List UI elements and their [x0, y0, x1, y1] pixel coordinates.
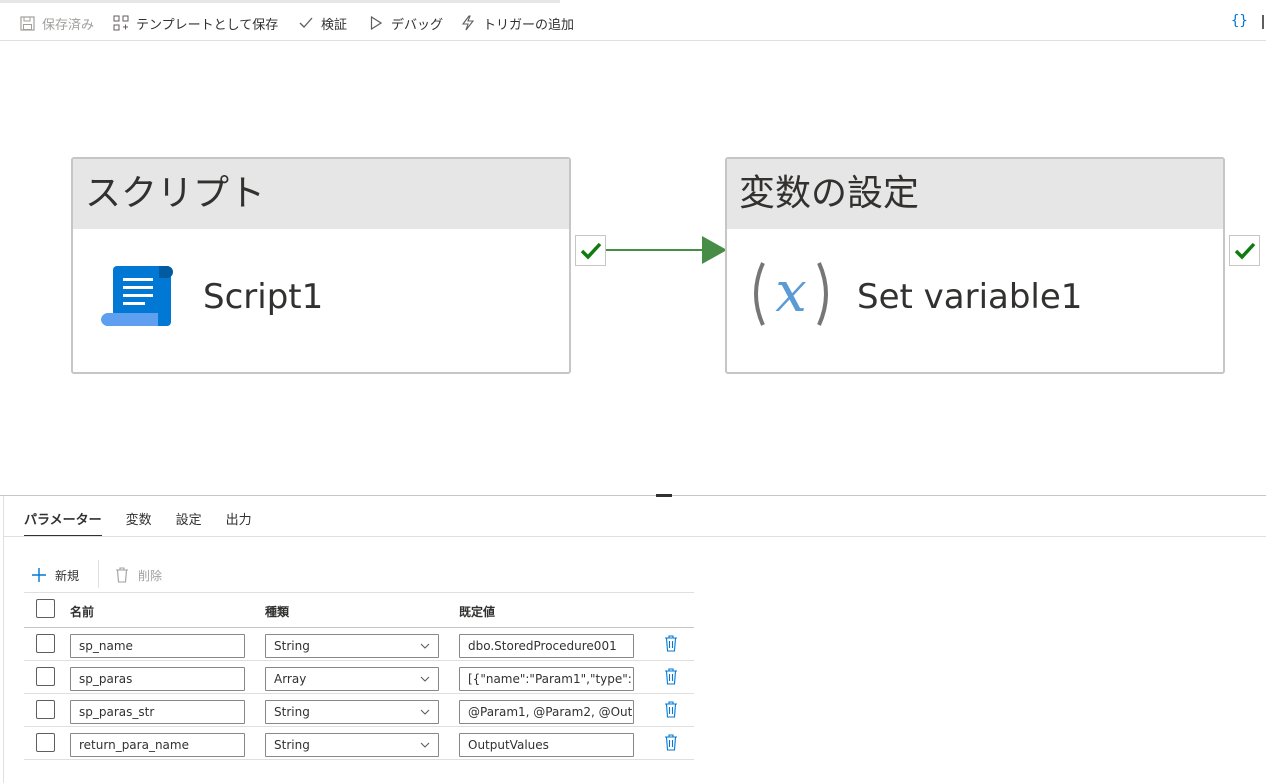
grid-header: 名前 種類 既定値 [24, 592, 694, 628]
trash-icon[interactable] [664, 701, 678, 718]
template-icon [113, 15, 129, 31]
delete-parameter-button[interactable]: 削除 [115, 565, 162, 585]
type-value: String [274, 639, 310, 653]
add-trigger-label: トリガーの追加 [483, 17, 575, 33]
table-row: sp_paras_str String @Param1, @Param2, @O… [24, 694, 694, 727]
panel-splitter [0, 495, 1266, 496]
tab-settings[interactable]: 設定 [176, 509, 202, 537]
chevron-down-icon [420, 742, 430, 748]
new-label: 新規 [55, 568, 80, 583]
success-output-handle[interactable] [1229, 235, 1260, 266]
validate-label: 検証 [321, 17, 348, 33]
tab-parameters[interactable]: パラメーター [24, 509, 102, 537]
success-check-icon [580, 242, 601, 260]
trash-icon[interactable] [664, 734, 678, 751]
column-default-header: 既定値 [459, 605, 496, 619]
saved-button[interactable]: 保存済み [19, 13, 94, 33]
save-as-template-button[interactable]: テンプレートとして保存 [113, 13, 278, 33]
pipeline-canvas[interactable]: スクリプト Script1 変数の設定 x Set variable1 [0, 41, 1266, 495]
row-checkbox[interactable] [36, 634, 55, 653]
parameter-default-input[interactable]: [{"name":"Param1","type":"String" [459, 667, 634, 691]
properties-tabs: パラメーター 変数 設定 出力 [24, 509, 276, 537]
parameter-default-input[interactable]: @Param1, @Param2, @Out [459, 700, 634, 724]
trash-icon[interactable] [664, 668, 678, 685]
tab-output[interactable]: 出力 [226, 509, 252, 537]
parameter-name-input[interactable]: sp_paras [70, 667, 245, 691]
chevron-down-icon [420, 709, 430, 715]
parameter-default-input[interactable]: OutputValues [459, 733, 634, 757]
activity-name: Set variable1 [857, 277, 1083, 317]
parameter-type-select[interactable]: String [265, 700, 439, 724]
overflow-edge [1262, 15, 1264, 29]
parameter-name-input[interactable]: sp_paras_str [70, 700, 245, 724]
add-trigger-button[interactable]: トリガーの追加 [460, 13, 574, 33]
row-checkbox[interactable] [36, 700, 55, 719]
variable-x-icon: x [754, 260, 828, 326]
plus-icon [32, 568, 46, 582]
new-parameter-button[interactable]: 新規 [31, 565, 79, 585]
type-value: String [274, 705, 310, 719]
parameter-name-input[interactable]: return_para_name [70, 733, 245, 757]
save-icon [19, 15, 35, 31]
success-connector-arrow[interactable] [606, 234, 728, 266]
activity-set-variable1[interactable]: 変数の設定 x Set variable1 [725, 157, 1225, 374]
column-name-header: 名前 [70, 605, 95, 619]
pipeline-toolbar: 保存済み テンプレートとして保存 検証 デバッグ トリガーの追加 {} [0, 0, 1266, 41]
chevron-down-icon [420, 643, 430, 649]
row-checkbox[interactable] [36, 733, 55, 752]
tab-variables[interactable]: 変数 [126, 509, 152, 537]
activity-type-label: スクリプト [73, 159, 569, 229]
lightning-icon [460, 15, 476, 31]
success-check-icon [1234, 242, 1255, 260]
chevron-down-icon [420, 676, 430, 682]
parameter-type-select[interactable]: String [265, 634, 439, 658]
parameter-type-select[interactable]: String [265, 733, 439, 757]
play-icon [368, 15, 384, 31]
parameter-type-select[interactable]: Array [265, 667, 439, 691]
delete-label: 削除 [138, 568, 163, 583]
type-value: Array [274, 672, 307, 686]
debug-label: デバッグ [391, 17, 444, 33]
parameter-default-input[interactable]: dbo.StoredProcedure001 [459, 634, 634, 658]
row-checkbox[interactable] [36, 667, 55, 686]
trash-icon[interactable] [664, 635, 678, 652]
trash-icon [116, 567, 128, 583]
success-output-handle[interactable] [575, 235, 606, 266]
svg-text:x: x [775, 260, 807, 325]
activity-name: Script1 [203, 277, 324, 317]
tabs-divider [3, 536, 1266, 537]
command-separator [98, 560, 99, 588]
activity-type-label: 変数の設定 [727, 159, 1223, 229]
splitter-handle[interactable] [656, 494, 672, 497]
parameter-name-input[interactable]: sp_name [70, 634, 245, 658]
save-as-template-label: テンプレートとして保存 [136, 17, 279, 33]
table-row: sp_paras Array [{"name":"Param1","type":… [24, 661, 694, 694]
tab-strip-edge [0, 0, 560, 3]
type-value: String [274, 738, 310, 752]
table-row: sp_name String dbo.StoredProcedure001 [24, 628, 694, 661]
select-all-checkbox[interactable] [36, 599, 55, 618]
checkmark-icon [298, 15, 314, 31]
validate-button[interactable]: 検証 [298, 13, 347, 33]
debug-button[interactable]: デバッグ [368, 13, 443, 33]
code-view-button[interactable]: {} [1231, 13, 1248, 29]
table-row: return_para_name String OutputValues [24, 727, 694, 760]
parameters-grid: 名前 種類 既定値 sp_name String dbo.StoredProce… [24, 592, 694, 760]
column-type-header: 種類 [265, 605, 290, 619]
script-icon [101, 266, 173, 327]
activity-script1[interactable]: スクリプト Script1 [71, 157, 571, 374]
saved-label: 保存済み [42, 17, 95, 33]
